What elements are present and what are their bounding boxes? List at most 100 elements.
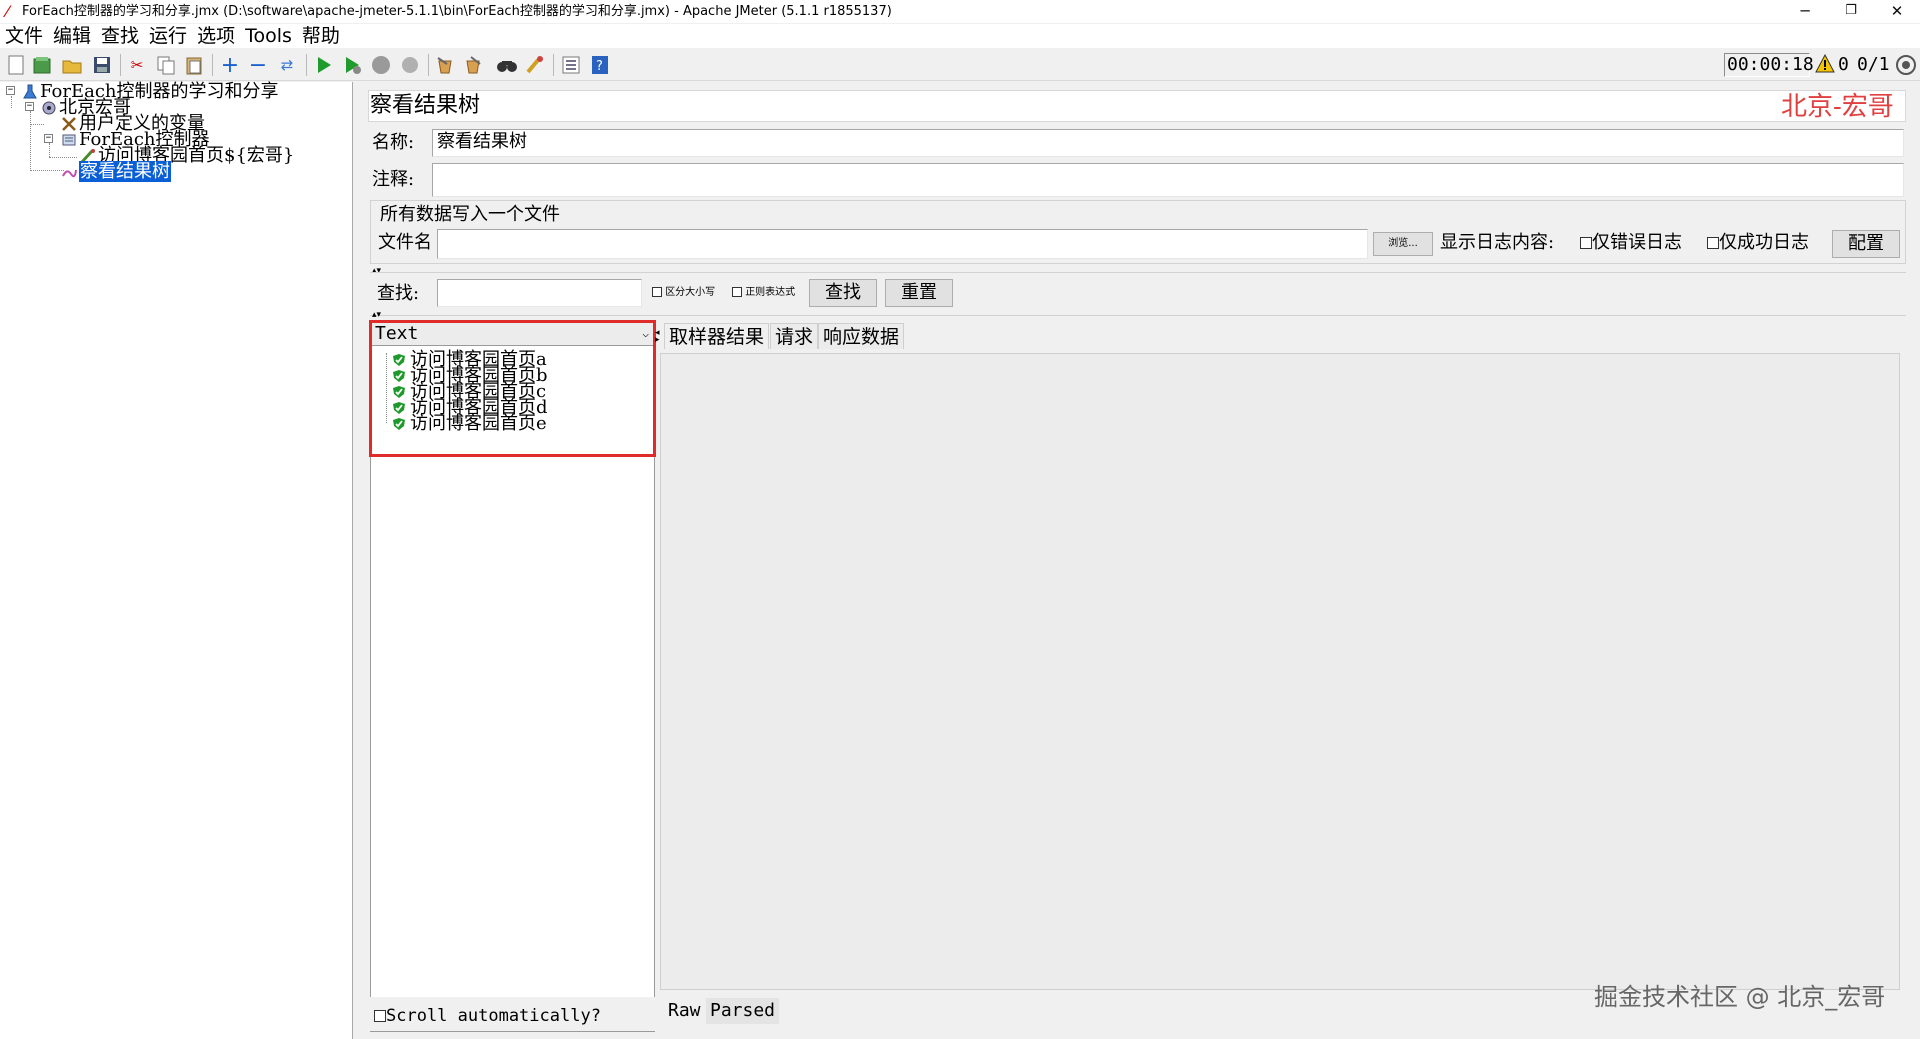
remote-status-icon [1895, 54, 1917, 76]
toolbar: ✂ + − ⇄ ? 00:00:18 0 0/1 [0, 48, 1920, 81]
panel-header [368, 90, 1906, 122]
splitter-arrows-icon[interactable]: ◂ ▸ [655, 329, 660, 345]
comment-field[interactable] [432, 163, 1904, 197]
success-only-label: 仅成功日志 [1719, 232, 1809, 253]
active-threads: 0/1 [1857, 54, 1890, 75]
configure-button[interactable]: 配置 [1832, 230, 1900, 258]
title-bar: ⁄ ForEach控制器的学习和分享.jmx (D:\software\apac… [0, 0, 1920, 24]
result-detail-pane [660, 353, 1900, 990]
tab-response-data[interactable]: 响应数据 [818, 323, 905, 349]
tree-item-view-results-tree[interactable]: 察看结果树 [61, 161, 171, 182]
regex-label: 正则表达式 [745, 287, 796, 298]
new-icon[interactable] [5, 54, 27, 76]
toggle-icon[interactable]: ⇄ [276, 54, 298, 76]
listener-icon [61, 164, 77, 180]
regex-checkbox[interactable]: 正则表达式 [732, 286, 795, 300]
toolbar-separator [212, 54, 213, 76]
save-icon[interactable] [91, 54, 113, 76]
menu-bar: 文件 编辑 查找 运行 选项 Tools 帮助 [0, 24, 1920, 48]
close-button[interactable]: ✕ [1874, 0, 1920, 24]
name-field[interactable]: 察看结果树 [432, 129, 1904, 157]
tree-collapse-toggle[interactable]: − [44, 134, 53, 143]
svg-text:?: ? [596, 59, 603, 74]
menu-run[interactable]: 运行 [144, 24, 192, 48]
checkbox-box[interactable] [1707, 237, 1719, 249]
reset-search-icon[interactable] [524, 54, 546, 76]
tree-collapse-toggle[interactable]: − [25, 102, 34, 111]
collapse-all-icon[interactable]: − [247, 53, 269, 78]
menu-edit[interactable]: 编辑 [48, 24, 96, 48]
toolbar-separator [306, 54, 307, 76]
start-icon[interactable] [313, 54, 335, 76]
tree-line [30, 170, 64, 171]
expand-all-icon[interactable]: + [219, 53, 241, 78]
stop-icon[interactable] [370, 54, 392, 76]
log-content-label: 显示日志内容: [1440, 232, 1555, 253]
help-icon[interactable]: ? [589, 54, 611, 76]
errors-only-checkbox[interactable]: 仅错误日志 [1580, 231, 1682, 255]
menu-help[interactable]: 帮助 [297, 24, 345, 48]
shutdown-icon[interactable] [399, 54, 421, 76]
highlight-annotation [369, 320, 656, 457]
tree-line [11, 96, 12, 108]
comment-label: 注释: [372, 169, 415, 190]
splitter-arrows-icon[interactable]: ▴▾ [372, 311, 381, 320]
reset-button[interactable]: 重置 [885, 279, 953, 307]
errors-only-label: 仅错误日志 [1592, 232, 1682, 253]
tree-collapse-toggle[interactable]: − [6, 86, 15, 95]
open-icon[interactable] [61, 54, 83, 76]
success-only-checkbox[interactable]: 仅成功日志 [1707, 231, 1809, 255]
tab-request[interactable]: 请求 [770, 323, 819, 349]
paste-icon[interactable] [183, 54, 205, 76]
panel-title: 察看结果树 [370, 93, 481, 118]
toolbar-separator [553, 54, 554, 76]
tree-line [49, 157, 77, 158]
tree-line [30, 111, 31, 171]
tree-line [30, 124, 44, 125]
tab-raw[interactable]: Raw [664, 998, 705, 1024]
browse-button[interactable]: 浏览... [1373, 232, 1433, 256]
tab-parsed[interactable]: Parsed [706, 998, 780, 1024]
menu-file[interactable]: 文件 [0, 24, 48, 48]
checkbox-box[interactable] [732, 287, 742, 297]
checkbox-box[interactable] [652, 287, 662, 297]
config-element-icon [61, 116, 77, 132]
scroll-automatically-checkbox[interactable]: Scroll automatically? [374, 1005, 601, 1027]
checkbox-box[interactable] [1580, 237, 1592, 249]
tree-line [49, 143, 50, 157]
author-watermark: 北京-宏哥 [1781, 92, 1894, 122]
case-sensitive-label: 区分大小写 [665, 287, 716, 298]
cut-icon[interactable]: ✂ [126, 54, 148, 76]
find-button[interactable]: 查找 [809, 279, 877, 307]
checkbox-box[interactable] [374, 1010, 386, 1022]
name-label: 名称: [372, 132, 415, 153]
search-input[interactable] [437, 279, 642, 307]
restore-button[interactable]: ❐ [1828, 0, 1874, 24]
test-plan-icon [22, 84, 38, 100]
clear-icon[interactable] [434, 54, 456, 76]
tab-sampler-result[interactable]: 取样器结果 [664, 323, 770, 349]
thread-group-icon [41, 100, 57, 116]
elapsed-timer: 00:00:18 [1724, 53, 1814, 77]
menu-search[interactable]: 查找 [96, 24, 144, 48]
function-helper-icon[interactable] [560, 54, 582, 76]
window-title: ForEach控制器的学习和分享.jmx (D:\software\apache… [22, 4, 892, 19]
warning-count: 0 [1838, 54, 1849, 75]
search-label: 查找: [377, 283, 420, 304]
menu-options[interactable]: 选项 [192, 24, 240, 48]
clear-all-icon[interactable] [462, 54, 484, 76]
copy-icon[interactable] [155, 54, 177, 76]
menu-tools[interactable]: Tools [240, 24, 297, 48]
tree-item-label: 察看结果树 [79, 161, 171, 182]
logic-controller-icon [61, 132, 77, 148]
scroll-automatically-label: Scroll automatically? [386, 1006, 601, 1026]
case-sensitive-checkbox[interactable]: 区分大小写 [652, 286, 715, 300]
templates-icon[interactable] [31, 54, 53, 76]
start-no-pause-icon[interactable] [341, 54, 363, 76]
search-icon[interactable] [496, 54, 518, 76]
filename-field[interactable] [437, 229, 1368, 259]
filename-label: 文件名 [378, 232, 432, 253]
warning-icon[interactable] [1815, 53, 1835, 74]
minimize-button[interactable]: ─ [1782, 0, 1828, 24]
file-section-title: 所有数据写入一个文件 [378, 203, 562, 227]
